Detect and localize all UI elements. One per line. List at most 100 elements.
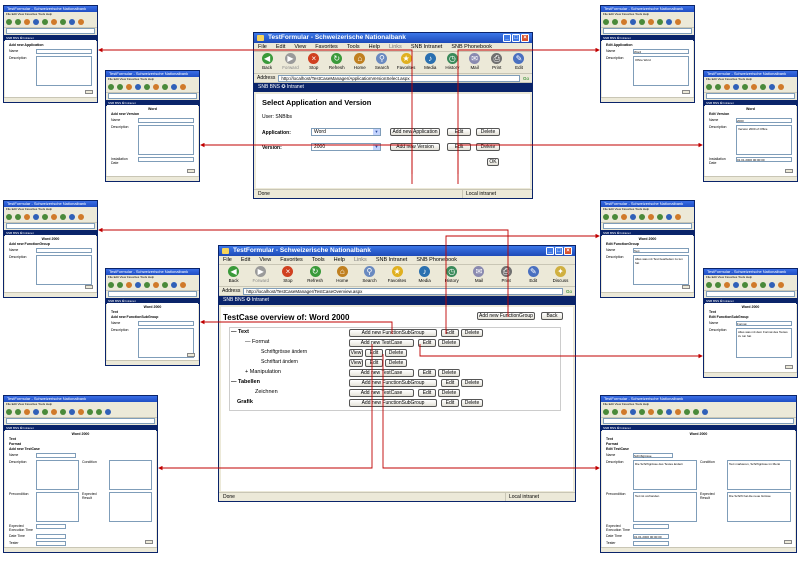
discuss-button[interactable]: ✦ Discuss: [552, 266, 569, 283]
format-delete-button[interactable]: Delete: [438, 339, 460, 347]
favorites-button[interactable]: ★ Favorites: [397, 53, 415, 70]
delete-application-button[interactable]: Delete: [476, 128, 500, 136]
edit-page-button[interactable]: ✎ Edit: [512, 53, 526, 70]
group-tabellen[interactable]: — Tabellen: [231, 379, 260, 385]
name-input[interactable]: [36, 248, 92, 253]
forward-button[interactable]: ▶ Forward: [282, 53, 299, 70]
manipulation-delete-button[interactable]: Delete: [438, 369, 460, 377]
search-button[interactable]: ⚲ Search: [375, 53, 389, 70]
link-snb-intranet[interactable]: SNB Intranet: [376, 256, 408, 264]
print-button[interactable]: ⎙ Print: [498, 266, 515, 283]
schriftart-view-button[interactable]: View: [349, 359, 363, 367]
add-application-button[interactable]: Add new Application: [390, 128, 440, 136]
name-input[interactable]: Word: [633, 49, 689, 54]
format-add-testcase-button[interactable]: Add new TestCase: [349, 339, 414, 347]
description-input[interactable]: Version 2000 of Office: [736, 125, 792, 155]
thumb-ok-button[interactable]: [85, 90, 93, 94]
home-button[interactable]: ⌂ Home: [334, 266, 351, 283]
testcase-schriftart[interactable]: Schriftart ändern: [261, 359, 298, 365]
tester-input[interactable]: [633, 541, 669, 546]
link-snb-intranet[interactable]: SNB Intranet: [411, 43, 443, 51]
format-edit-button[interactable]: Edit: [418, 339, 436, 347]
edit-application-button[interactable]: Edit: [447, 128, 471, 136]
testcase-schriftgroesse[interactable]: Schriftgrösse ändern: [261, 349, 307, 355]
thumb-ok-button[interactable]: [785, 169, 793, 173]
application-select[interactable]: Word: [311, 128, 381, 136]
link-snb-phonebook[interactable]: SNB Phonebook: [451, 43, 492, 51]
thumb-ok-button[interactable]: [145, 540, 153, 544]
subgroup-zeichnen[interactable]: Zeichnen: [255, 389, 278, 395]
delete-version-button[interactable]: Delete: [476, 143, 500, 151]
condition-input[interactable]: Text markieren, Schriftgrösse im Menü: [727, 460, 791, 490]
menu-edit[interactable]: Edit: [241, 256, 250, 264]
minimize-button[interactable]: _: [546, 247, 554, 255]
thumb-ok-button[interactable]: [187, 169, 195, 173]
schriftart-delete-button[interactable]: Delete: [385, 359, 407, 367]
menu-favorites[interactable]: Favorites: [315, 43, 338, 51]
menu-file[interactable]: File: [223, 256, 232, 264]
description-input[interactable]: [138, 328, 194, 358]
refresh-button[interactable]: ↻ Refresh: [329, 53, 345, 70]
description-input[interactable]: [36, 255, 92, 285]
close-button[interactable]: ×: [521, 34, 529, 42]
text-add-subgroup-button[interactable]: Add new FunctionSubGroup: [349, 329, 437, 337]
favorites-button[interactable]: ★ Favorites: [388, 266, 406, 283]
description-input[interactable]: Office Word: [633, 56, 689, 86]
media-button[interactable]: ♪ Media: [423, 53, 437, 70]
subgroup-manipulation[interactable]: + Manipulation: [245, 369, 281, 375]
mail-button[interactable]: ✉ Mail: [467, 53, 481, 70]
name-input[interactable]: [138, 118, 194, 123]
description-input[interactable]: [36, 56, 92, 86]
url-input[interactable]: http://localhost/TestCaseManager/TestCas…: [243, 287, 563, 295]
stop-button[interactable]: × Stop: [279, 266, 296, 283]
maximize-button[interactable]: □: [555, 247, 563, 255]
zeichnen-edit-button[interactable]: Edit: [418, 389, 436, 397]
text-delete-button[interactable]: Delete: [461, 329, 483, 337]
edit-version-button[interactable]: Edit: [447, 143, 471, 151]
name-input[interactable]: [36, 453, 76, 458]
forward-button[interactable]: ▶ Forward: [252, 266, 269, 283]
menu-edit[interactable]: Edit: [276, 43, 285, 51]
thumb-ok-button[interactable]: [682, 90, 690, 94]
version-select[interactable]: 2000: [311, 143, 381, 151]
search-button[interactable]: ⚲ Search: [361, 266, 378, 283]
menu-tools[interactable]: Tools: [312, 256, 325, 264]
history-button[interactable]: ◷ History: [445, 53, 459, 70]
zeichnen-delete-button[interactable]: Delete: [438, 389, 460, 397]
thumb-ok-button[interactable]: [785, 365, 793, 369]
description-input[interactable]: Die Schriftgrösse des Textes ändern: [633, 460, 697, 490]
description-input[interactable]: Alles was mit Text bearbeiten zu tun hat: [633, 255, 689, 285]
menu-view[interactable]: View: [294, 43, 306, 51]
date-time-input[interactable]: [36, 534, 66, 539]
links-label[interactable]: Links: [354, 256, 367, 264]
minimize-button[interactable]: _: [503, 34, 511, 42]
menu-tools[interactable]: Tools: [347, 43, 360, 51]
name-input[interactable]: Schriftgrösse: [633, 453, 673, 458]
name-input[interactable]: [138, 321, 194, 326]
installation-date-input[interactable]: [138, 157, 194, 162]
thumb-ok-button[interactable]: [187, 353, 195, 357]
text-edit-button[interactable]: Edit: [441, 329, 459, 337]
menu-file[interactable]: File: [258, 43, 267, 51]
grafik-edit-button[interactable]: Edit: [441, 399, 459, 407]
date-time-input[interactable]: 01.01.2000 00:00:00: [633, 534, 669, 539]
close-button[interactable]: ×: [564, 247, 572, 255]
go-button[interactable]: Go: [566, 289, 572, 294]
media-button[interactable]: ♪ Media: [416, 266, 433, 283]
thumb-ok-button[interactable]: [85, 285, 93, 289]
add-version-button[interactable]: Add new Version: [390, 143, 440, 151]
back-button[interactable]: ◀ Back: [225, 266, 242, 283]
home-button[interactable]: ⌂ Home: [353, 53, 367, 70]
precondition-input[interactable]: [36, 492, 79, 522]
go-button[interactable]: Go: [523, 76, 529, 81]
menu-favorites[interactable]: Favorites: [280, 256, 303, 264]
edit-page-button[interactable]: ✎ Edit: [525, 266, 542, 283]
name-input[interactable]: [36, 49, 92, 54]
grafik-add-subgroup-button[interactable]: Add new FunctionSubGroup: [349, 399, 437, 407]
add-function-group-button[interactable]: Add new FunctionGroup: [477, 312, 535, 320]
stop-button[interactable]: × Stop: [307, 53, 321, 70]
mail-button[interactable]: ✉ Mail: [470, 266, 487, 283]
maximize-button[interactable]: □: [512, 34, 520, 42]
back-button[interactable]: ◀ Back: [260, 53, 274, 70]
ok-button[interactable]: OK: [487, 158, 499, 166]
